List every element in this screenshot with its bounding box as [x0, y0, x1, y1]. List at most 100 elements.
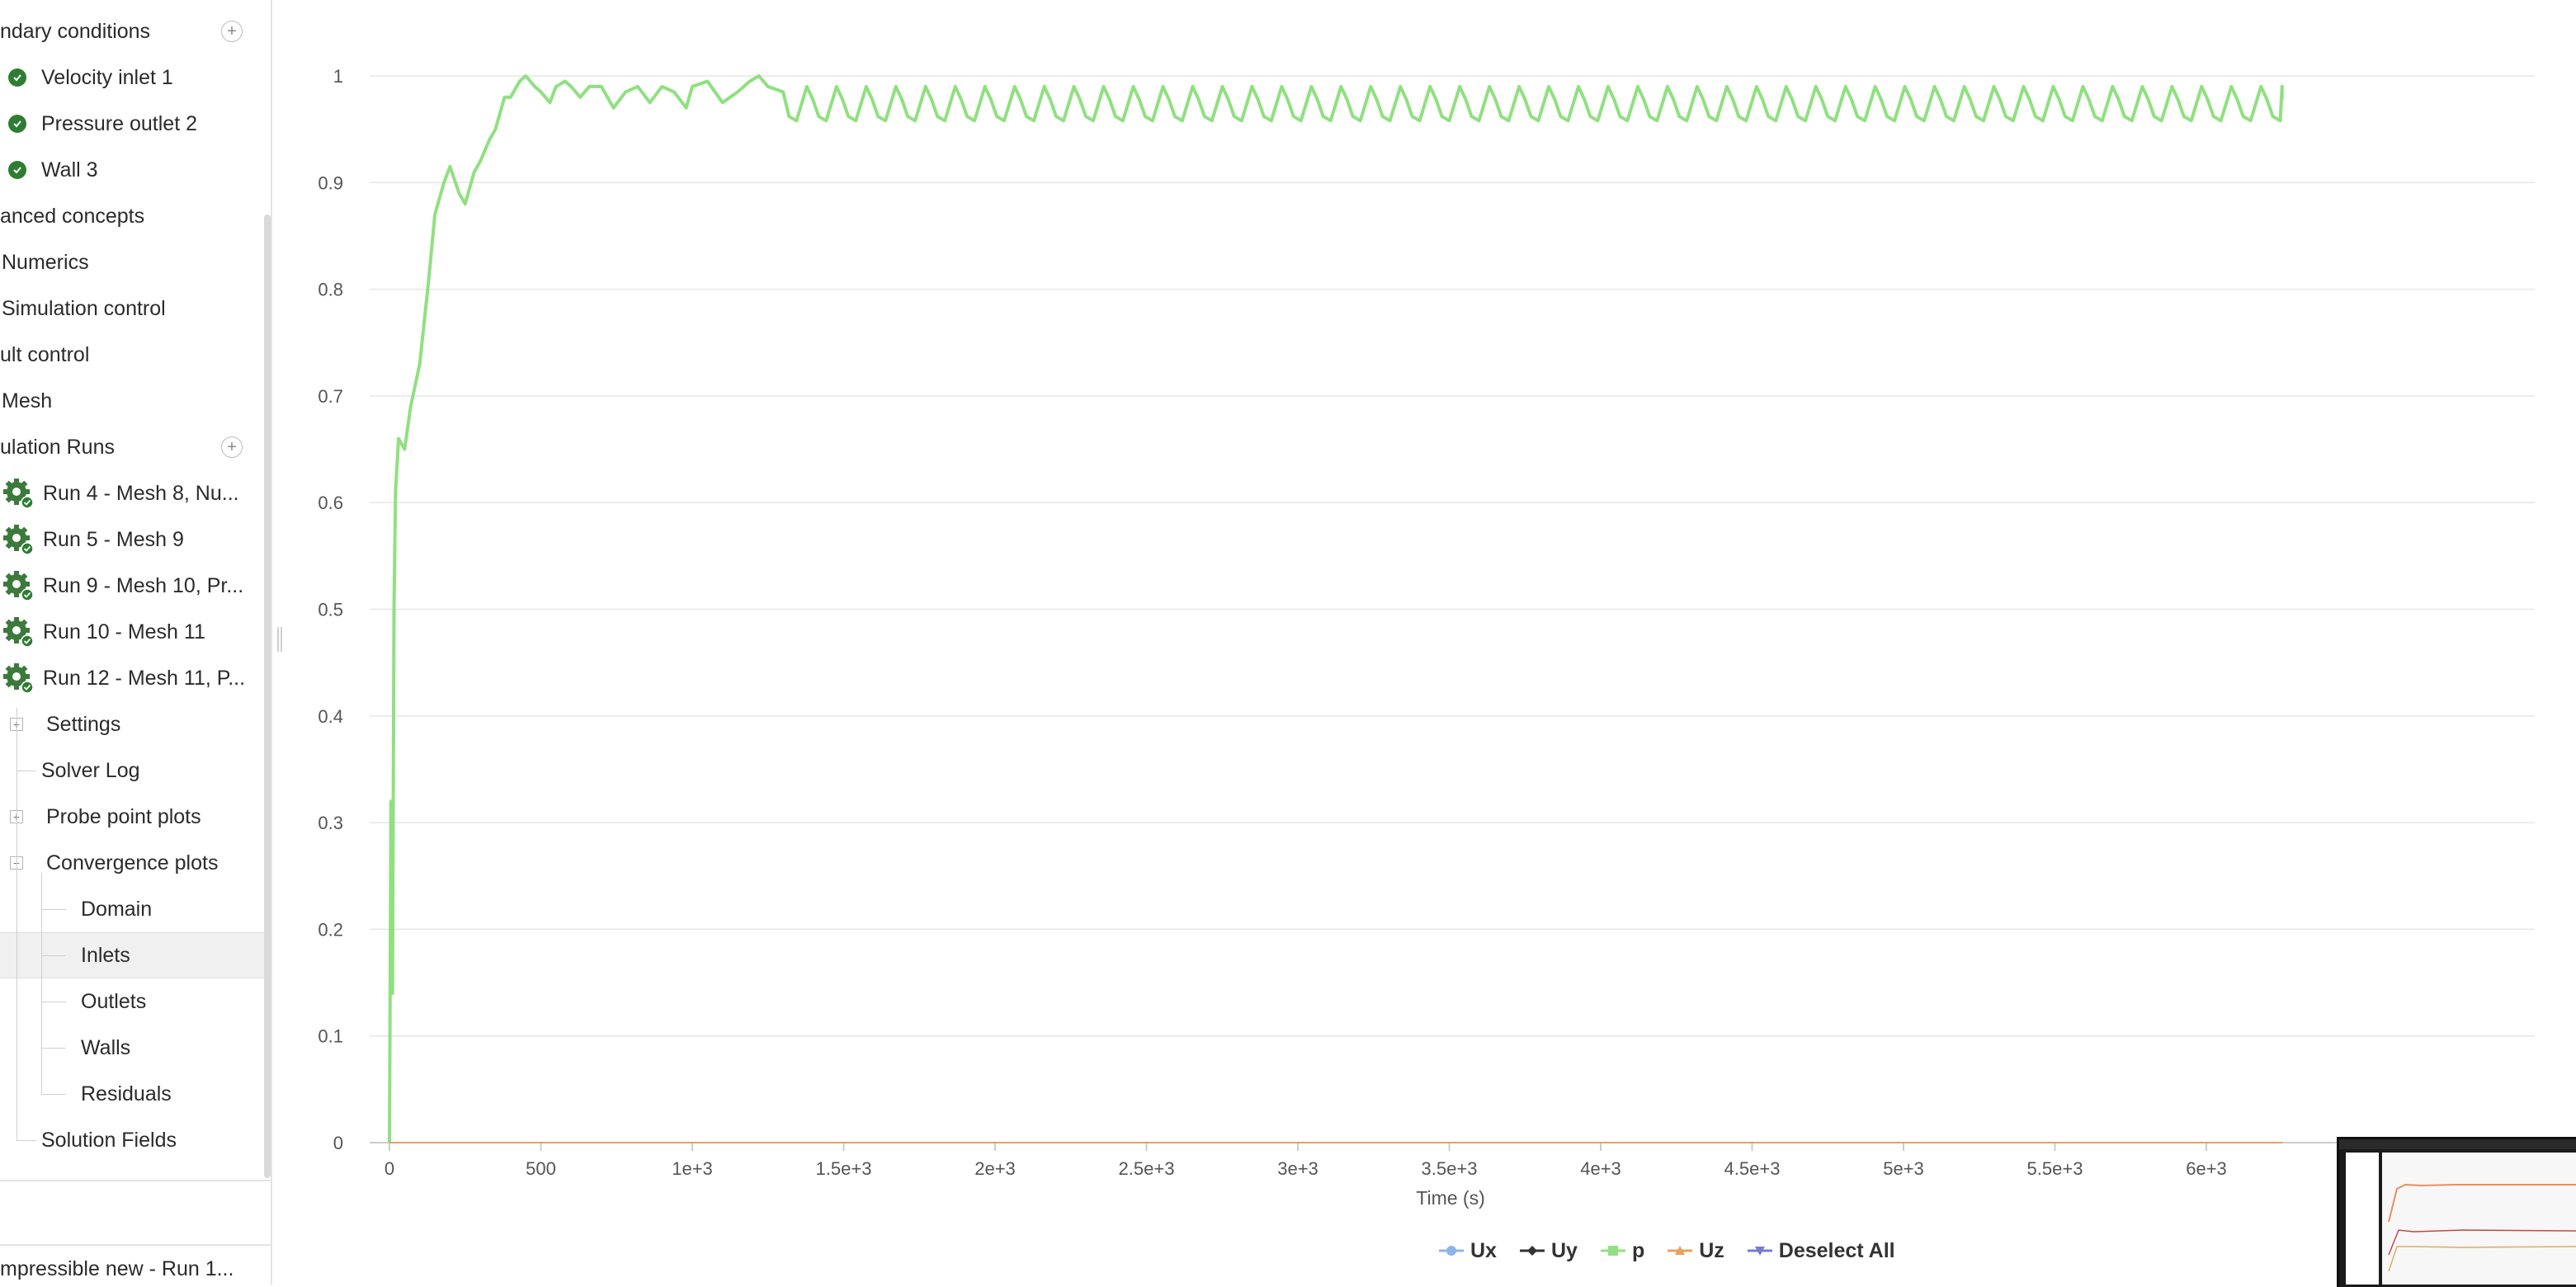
y-tick-label: 0.4 [318, 706, 343, 727]
chart-plot: 0 0.1 0.2 0.3 0.4 0.5 0.6 0.7 0.8 0.9 1 0 500 1e+3 1.5… [318, 66, 2576, 1209]
tree-item-run-4-mesh-8-nu[interactable]: Run 4 - Mesh 8, Nu... [0, 470, 266, 516]
y-tick-label: 1 [333, 66, 343, 87]
tree-item-run-12-mesh-11-p[interactable]: Run 12 - Mesh 11, P... [0, 655, 266, 701]
y-tick-label: 0 [333, 1133, 343, 1153]
tree-item-settings[interactable]: +Settings [0, 701, 266, 747]
tree-item-label: Wall 3 [41, 158, 98, 182]
x-tick-label: 3.5e+3 [1422, 1158, 1478, 1179]
tree-item-mesh[interactable]: Mesh [0, 378, 266, 424]
x-tick-label: 1e+3 [672, 1158, 713, 1179]
tree-item-numerics[interactable]: Numerics [0, 239, 266, 285]
legend-item-uy[interactable]: Uy [1519, 1238, 1578, 1263]
tree-item-label: Domain [81, 897, 153, 921]
x-tick-label: 4e+3 [1580, 1158, 1621, 1179]
tree-item-solution-fields[interactable]: Solution Fields [0, 1117, 266, 1163]
y-tick-label: 0.1 [318, 1026, 343, 1047]
y-tick-label: 0.6 [318, 493, 343, 513]
run-gear-icon [2, 569, 35, 602]
x-tick-label: 0 [385, 1158, 394, 1179]
check-circle-icon [8, 68, 26, 87]
tree-item-domain[interactable]: Domain [0, 886, 266, 932]
legend-label: Uy [1550, 1238, 1578, 1262]
tree-item-residuals[interactable]: Residuals [0, 1071, 266, 1117]
tree-item-run-10-mesh-11[interactable]: Run 10 - Mesh 11 [0, 609, 266, 655]
legend-label: Ux [1470, 1238, 1497, 1262]
tree-item-run-5-mesh-9[interactable]: Run 5 - Mesh 9 [0, 516, 266, 563]
tree-item-pressure-outlet-2[interactable]: Pressure outlet 2 [0, 101, 266, 147]
sidebar-scrollbar[interactable] [264, 214, 271, 1178]
tree-guide-line [41, 909, 66, 910]
thumbnail-preview [2339, 1139, 2576, 1285]
tree-item-probe-point-plots[interactable]: +Probe point plots [0, 794, 266, 840]
check-circle-icon [8, 161, 26, 179]
y-tick-label: 0.9 [318, 172, 343, 193]
legend-item-ux[interactable]: Ux [1439, 1239, 1497, 1263]
x-tick-label: 2.5e+3 [1119, 1158, 1175, 1179]
panel-divider [0, 1244, 271, 1246]
x-tick-label: 5e+3 [1883, 1158, 1924, 1179]
x-tick-label: 1.5e+3 [816, 1158, 872, 1179]
y-tick-label: 0.7 [318, 386, 343, 407]
add-button[interactable]: + [221, 436, 243, 458]
tree-item-run-9-mesh-10-pr[interactable]: Run 9 - Mesh 10, Pr... [0, 563, 266, 609]
x-axis-title: Time (s) [1416, 1187, 1484, 1209]
legend-marker-icon [1519, 1246, 1545, 1256]
tree-item-ndary-conditions[interactable]: ndary conditions + [0, 8, 266, 54]
tree-guide-line [41, 955, 66, 956]
tree-item-solver-log[interactable]: Solver Log [0, 747, 266, 794]
tree-item-outlets[interactable]: Outlets [0, 978, 266, 1025]
tree-item-label: Solver Log [41, 758, 140, 782]
tree-guide-line [41, 873, 42, 1094]
tree-item-label: Run 12 - Mesh 11, P... [43, 666, 246, 690]
tree-item-label: Inlets [81, 943, 130, 967]
tree-item-walls[interactable]: Walls [0, 1025, 266, 1071]
tree-guide-line [41, 1094, 66, 1095]
x-tick-label: 5.5e+3 [2027, 1158, 2083, 1179]
tree-item-label: Walls [81, 1035, 131, 1059]
tree-item-label: Probe point plots [46, 804, 201, 828]
tree-item-label: Outlets [81, 989, 147, 1013]
legend-item-uz[interactable]: Uz [1668, 1239, 1724, 1263]
panel-resize-handle[interactable] [277, 627, 282, 652]
tree-item-label: Run 10 - Mesh 11 [43, 620, 205, 644]
legend-item-p[interactable]: p [1600, 1239, 1644, 1263]
deselect-all-button[interactable]: Deselect All [1747, 1238, 1895, 1263]
y-tick-label: 0.3 [318, 813, 343, 833]
tree-item-label: Residuals [81, 1082, 172, 1106]
tree-item-anced-concepts[interactable]: anced concepts [0, 193, 266, 239]
sidebar: ndary conditions + Velocity inlet 1 Pressur… [0, 0, 272, 1285]
job-list-item-label: mpressible new - Run 1... [0, 1257, 234, 1280]
tree-item-label: Simulation control [2, 296, 166, 320]
tree-item-label: Pressure outlet 2 [41, 111, 197, 135]
tree-item-simulation-control[interactable]: Simulation control [0, 285, 266, 332]
tree-item-label: Convergence plots [46, 851, 219, 874]
y-tick-label: 0.2 [318, 919, 343, 940]
tree-item-label: Solution Fields [41, 1128, 177, 1152]
legend-marker-icon [1600, 1246, 1625, 1256]
legend-label: Deselect All [1778, 1238, 1895, 1262]
tree-item-label: ulation Runs [0, 435, 115, 459]
tree-item-label: Run 4 - Mesh 8, Nu... [43, 481, 239, 505]
tree-item-inlets[interactable]: Inlets [0, 932, 266, 978]
tree-item-wall-3[interactable]: Wall 3 [0, 147, 266, 193]
tree-item-ult-control[interactable]: ult control [0, 332, 266, 378]
x-tick-label: 6e+3 [2186, 1158, 2227, 1179]
job-list-item[interactable]: mpressible new - Run 1... [0, 1257, 248, 1281]
convergence-chart: 0 0.1 0.2 0.3 0.4 0.5 0.6 0.7 0.8 0.9 1 0 500 1e+3 1.5… [284, 0, 2576, 1285]
tree-item-convergence-plots[interactable]: −Convergence plots [0, 840, 266, 886]
run-gear-icon [2, 523, 35, 556]
tree-item-velocity-inlet-1[interactable]: Velocity inlet 1 [0, 54, 266, 101]
x-tick-label: 4.5e+3 [1724, 1158, 1781, 1179]
run-gear-icon [2, 615, 35, 648]
tree-item-ulation-runs[interactable]: ulation Runs + [0, 424, 266, 470]
x-tick-label: 500 [526, 1158, 556, 1179]
screen-thumbnail[interactable] [2337, 1137, 2576, 1287]
legend-marker-icon [1439, 1246, 1464, 1256]
run-gear-icon [2, 477, 35, 510]
x-tick-label: 3e+3 [1277, 1158, 1319, 1179]
legend-label: Uz [1699, 1238, 1724, 1262]
tree-item-label: Run 5 - Mesh 9 [43, 527, 184, 551]
add-button[interactable]: + [221, 21, 243, 42]
tree-item-label: ndary conditions [0, 19, 151, 43]
tree-item-label: anced concepts [0, 204, 145, 228]
